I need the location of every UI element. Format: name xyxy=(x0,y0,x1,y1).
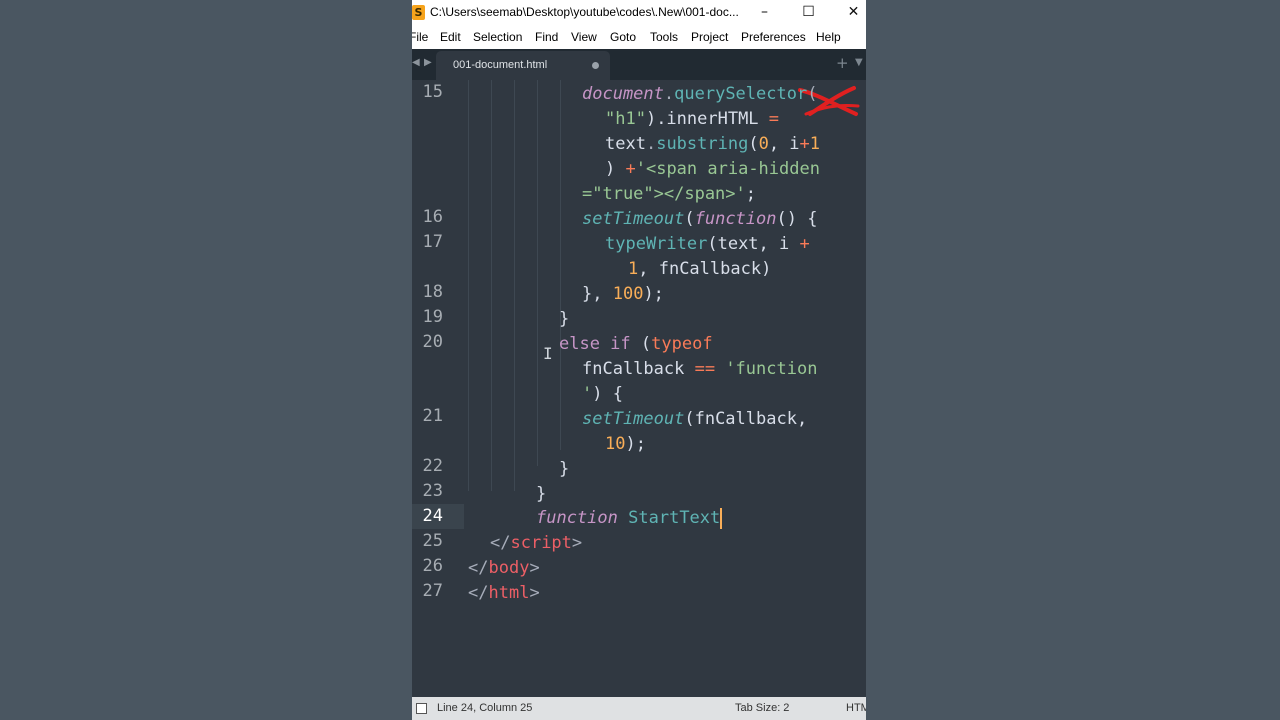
menu-edit[interactable]: Edit xyxy=(440,30,461,44)
status-bar: Line 24, Column 25 Tab Size: 2 HTM xyxy=(412,697,866,720)
code-line-15b: "h1").innerHTML = xyxy=(605,109,780,129)
title-bar: S C:\Users\seemab\Desktop\youtube\codes\… xyxy=(412,0,866,25)
code-line-25: </script> xyxy=(490,533,583,553)
minimize-button[interactable]: – xyxy=(742,0,787,25)
indent-guide xyxy=(491,80,492,491)
code-line-20b: fnCallback == 'function xyxy=(582,359,818,379)
code-line-15e: ="true"></span>'; xyxy=(582,184,757,204)
right-backdrop xyxy=(866,0,1280,720)
indent-guide xyxy=(537,80,538,466)
tab-001-document[interactable]: 001-document.html xyxy=(436,51,610,80)
code-line-26: </body> xyxy=(468,558,540,578)
code-line-18: }, 100); xyxy=(582,284,664,304)
menu-goto[interactable]: Goto xyxy=(610,30,636,44)
code-line-17b: 1, fnCallback) xyxy=(628,259,772,279)
menu-help[interactable]: Help xyxy=(816,30,841,44)
line-number: 25 xyxy=(422,531,443,551)
code-line-21b: 10); xyxy=(605,434,646,454)
code-line-20a: else if (typeof xyxy=(559,334,713,354)
syntax-selector[interactable]: HTM xyxy=(846,702,866,714)
code-line-27: </html> xyxy=(468,583,540,603)
tab-scroll-left-icon[interactable]: ◀ xyxy=(412,57,420,68)
tab-scroll-right-icon[interactable]: ▶ xyxy=(424,57,432,68)
tab-bar: ◀ ▶ 001-document.html + ▼ xyxy=(412,49,866,80)
window-title: C:\Users\seemab\Desktop\youtube\codes\.N… xyxy=(430,5,739,19)
code-editor[interactable]: 15 16 17 18 19 20 21 22 23 24 25 26 27 d… xyxy=(412,80,866,697)
tab-size-selector[interactable]: Tab Size: 2 xyxy=(735,702,789,714)
tab-label: 001-document.html xyxy=(453,59,548,71)
sublime-text-window: S C:\Users\seemab\Desktop\youtube\codes\… xyxy=(412,0,866,720)
menu-bar: File Edit Selection Find View Goto Tools… xyxy=(412,25,866,49)
indent-guide xyxy=(560,80,561,450)
code-line-19: } xyxy=(559,309,570,329)
menu-tools[interactable]: Tools xyxy=(650,30,678,44)
close-button[interactable]: ✕ xyxy=(831,0,866,25)
menu-selection[interactable]: Selection xyxy=(473,30,522,44)
line-number: 27 xyxy=(422,581,443,601)
menu-find[interactable]: Find xyxy=(535,30,558,44)
code-line-17a: typeWriter(text, i + xyxy=(605,234,810,254)
code-line-20c: ') { xyxy=(582,384,623,404)
code-line-15a: document.querySelector( xyxy=(582,84,818,104)
panel-toggle-icon[interactable] xyxy=(416,703,427,714)
line-number-current: 24 xyxy=(422,506,443,526)
line-number: 15 xyxy=(422,82,443,102)
line-number: 17 xyxy=(422,232,443,252)
sublime-app-icon: S xyxy=(412,5,425,20)
menu-project[interactable]: Project xyxy=(691,30,728,44)
new-tab-icon[interactable]: + xyxy=(836,54,849,72)
mouse-ibeam-cursor-icon: I xyxy=(543,344,553,363)
indent-guide xyxy=(514,80,515,491)
line-number: 26 xyxy=(422,556,443,576)
line-number: 20 xyxy=(422,332,443,352)
line-number: 19 xyxy=(422,307,443,327)
left-backdrop xyxy=(0,0,412,720)
cursor-position: Line 24, Column 25 xyxy=(437,702,533,714)
line-number: 18 xyxy=(422,282,443,302)
code-line-16: setTimeout(function() { xyxy=(582,209,818,229)
code-line-24: function StartText xyxy=(536,507,723,529)
unsaved-dot-icon[interactable] xyxy=(592,62,599,69)
code-line-21a: setTimeout(fnCallback, xyxy=(582,409,808,429)
text-cursor xyxy=(720,507,723,529)
code-line-23: } xyxy=(536,484,547,504)
maximize-button[interactable]: ☐ xyxy=(786,0,831,25)
line-number: 16 xyxy=(422,207,443,227)
menu-view[interactable]: View xyxy=(571,30,597,44)
code-line-15d: ) +'<span aria-hidden xyxy=(605,159,820,179)
menu-file[interactable]: File xyxy=(412,30,428,44)
line-number: 23 xyxy=(422,481,443,501)
line-number: 21 xyxy=(422,406,443,426)
tab-list-icon[interactable]: ▼ xyxy=(855,57,863,68)
code-line-22: } xyxy=(559,459,570,479)
line-number: 22 xyxy=(422,456,443,476)
code-line-15c: text.substring(0, i+1 xyxy=(605,134,821,154)
menu-preferences[interactable]: Preferences xyxy=(741,30,806,44)
indent-guide xyxy=(468,80,469,491)
line-number-gutter: 15 16 17 18 19 20 21 22 23 24 25 26 27 xyxy=(412,80,464,697)
